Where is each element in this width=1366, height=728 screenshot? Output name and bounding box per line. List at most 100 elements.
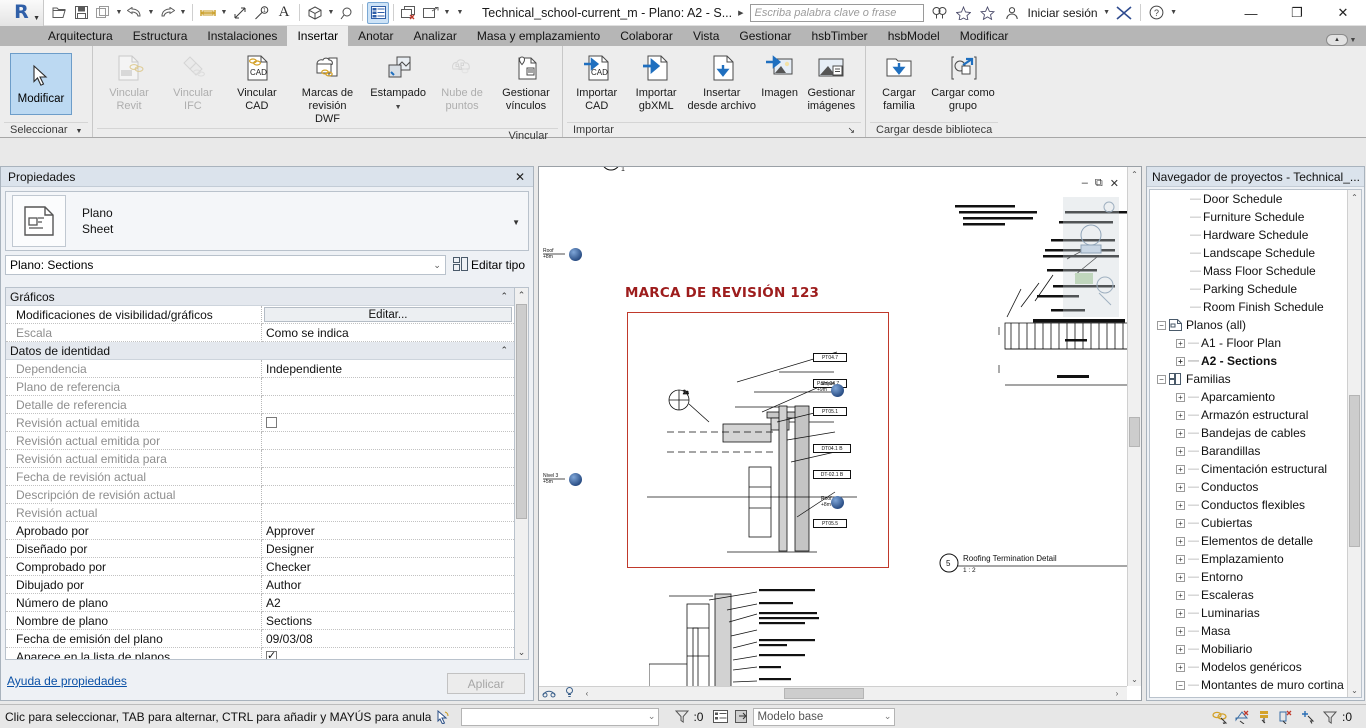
- collapse-minus-icon[interactable]: −: [1157, 374, 1166, 384]
- tab-colaborar[interactable]: Colaborar: [610, 26, 683, 46]
- drawing-canvas[interactable]: – ⧉ ✕ 1 : 10 Roof+8m Nivel 3+5m MARCA DE…: [538, 166, 1142, 701]
- close-icon[interactable]: ✕: [1360, 170, 1364, 184]
- browser-vertical-scrollbar[interactable]: ⌃ ⌄: [1347, 190, 1361, 697]
- undo-dropdown-icon[interactable]: ▼: [146, 9, 156, 16]
- expand-plus-icon[interactable]: +: [1176, 338, 1185, 348]
- scroll-up-icon[interactable]: ⌃: [1128, 167, 1141, 181]
- property-row-visibility-graphics[interactable]: Modificaciones de visibilidad/gráficos E…: [6, 306, 514, 324]
- properties-scrollbar[interactable]: ⌃ ⌄: [514, 287, 529, 660]
- property-value[interactable]: A2: [262, 594, 514, 612]
- sign-in-label[interactable]: Iniciar sesión: [1024, 6, 1102, 20]
- properties-help-link[interactable]: Ayuda de propiedades: [7, 674, 127, 688]
- canvas-vertical-scrollbar[interactable]: ⌃ ⌄: [1127, 167, 1141, 686]
- browser-scroll-thumb[interactable]: [1349, 395, 1360, 547]
- reveal-constraints-icon[interactable]: [1298, 710, 1320, 724]
- collapse-minus-icon[interactable]: −: [1176, 680, 1185, 690]
- search-icon[interactable]: [928, 1, 952, 25]
- apply-button[interactable]: Aplicar: [447, 673, 525, 694]
- tree-item-conductos[interactable]: + — Conductos: [1150, 478, 1347, 496]
- property-row-dependencia[interactable]: Dependencia Independiente: [6, 360, 514, 378]
- undo-icon[interactable]: [124, 2, 146, 24]
- help-icon[interactable]: ?: [1145, 1, 1169, 25]
- minimize-ribbon-icon[interactable]: ▲: [1326, 34, 1348, 46]
- tree-item-hardware-schedule[interactable]: — Hardware Schedule: [1150, 226, 1347, 244]
- tree-item-barandillas[interactable]: + — Barandillas: [1150, 442, 1347, 460]
- expand-plus-icon[interactable]: +: [1176, 446, 1185, 456]
- expand-plus-icon[interactable]: +: [1176, 410, 1185, 420]
- section-icon[interactable]: [336, 2, 358, 24]
- tab-insertar[interactable]: Insertar: [287, 26, 349, 46]
- tree-item-a2-sections[interactable]: + — A2 - Sections: [1150, 352, 1347, 370]
- property-value[interactable]: [262, 414, 514, 432]
- customize-qat-icon[interactable]: ▼: [452, 9, 468, 16]
- switch-windows-dropdown-icon[interactable]: ▼: [442, 9, 452, 16]
- user-icon[interactable]: [1000, 1, 1024, 25]
- property-row-revision-emitida[interactable]: Revisión actual emitida: [6, 414, 514, 432]
- tree-item-mass-floor-schedule[interactable]: — Mass Floor Schedule: [1150, 262, 1347, 280]
- switch-windows-icon[interactable]: [420, 2, 442, 24]
- tab-gestionar[interactable]: Gestionar: [729, 26, 801, 46]
- collapse-minus-icon[interactable]: −: [1157, 320, 1166, 330]
- section-header-datos-identidad[interactable]: Datos de identidad ⌃: [6, 342, 514, 360]
- tree-item-landscape-schedule[interactable]: — Landscape Schedule: [1150, 244, 1347, 262]
- tab-estructura[interactable]: Estructura: [123, 26, 198, 46]
- checkbox-checked[interactable]: [266, 649, 277, 659]
- property-row-descripcion-revision[interactable]: Descripción de revisión actual: [6, 486, 514, 504]
- tab-analizar[interactable]: Analizar: [403, 26, 466, 46]
- save-as-dropdown-icon[interactable]: ▼: [114, 9, 124, 16]
- tree-item-entorno[interactable]: + — Entorno: [1150, 568, 1347, 586]
- tree-item-armazon-estructural[interactable]: + — Armazón estructural: [1150, 406, 1347, 424]
- property-row-fecha-emision[interactable]: Fecha de emisión del plano 09/03/08: [6, 630, 514, 648]
- tree-item-a1-floor-plan[interactable]: + — A1 - Floor Plan: [1150, 334, 1347, 352]
- open-icon[interactable]: [48, 2, 70, 24]
- tree-item-masa[interactable]: + — Masa: [1150, 622, 1347, 640]
- tab-anotar[interactable]: Anotar: [348, 26, 403, 46]
- section-header-graficos[interactable]: Gráficos ⌃: [6, 288, 514, 306]
- canvas-horizontal-scrollbar[interactable]: ‹ ›: [539, 686, 1127, 700]
- filter-icon[interactable]: [671, 710, 693, 724]
- scroll-thumb[interactable]: [516, 304, 527, 519]
- chevron-down-icon[interactable]: ⌄: [648, 711, 656, 722]
- property-value[interactable]: Sections: [262, 612, 514, 630]
- view-minimize-button[interactable]: –: [1082, 177, 1088, 190]
- tree-item-familias[interactable]: − Familias: [1150, 370, 1347, 388]
- link-cad-button[interactable]: CAD Vincular CAD: [225, 50, 289, 115]
- tag-icon[interactable]: 1: [251, 2, 273, 24]
- chevron-down-icon[interactable]: ▼: [76, 128, 83, 135]
- property-value[interactable]: Editar...: [262, 306, 514, 324]
- selection-filter-combo[interactable]: ⌄: [461, 707, 660, 726]
- close-hidden-windows-icon[interactable]: [398, 2, 420, 24]
- decal-dropdown-icon[interactable]: ▼: [395, 101, 402, 114]
- tab-modificar[interactable]: Modificar: [950, 26, 1019, 46]
- navigation-cube[interactable]: [1063, 197, 1119, 317]
- scroll-right-icon[interactable]: ›: [1109, 689, 1125, 698]
- tree-item-conductos-flexibles[interactable]: + — Conductos flexibles: [1150, 496, 1347, 514]
- insert-from-file-button[interactable]: Insertar desde archivo: [686, 50, 758, 115]
- tree-item-bandejas-de-cables[interactable]: + — Bandejas de cables: [1150, 424, 1347, 442]
- scroll-down-icon[interactable]: ⌄: [518, 645, 526, 659]
- favorites-star-icon[interactable]: [976, 1, 1000, 25]
- tree-item-luminarias[interactable]: + — Luminarias: [1150, 604, 1347, 622]
- property-row-revision-actual[interactable]: Revisión actual: [6, 504, 514, 522]
- load-as-group-button[interactable]: Cargar como grupo: [928, 50, 998, 115]
- property-value[interactable]: Checker: [262, 558, 514, 576]
- expand-plus-icon[interactable]: +: [1176, 518, 1185, 528]
- tab-vista[interactable]: Vista: [683, 26, 729, 46]
- sun-path-icon[interactable]: [559, 686, 579, 700]
- collapse-chevron-icon[interactable]: ⌃: [500, 291, 514, 302]
- temporary-hide-isolate-icon[interactable]: [1276, 710, 1298, 724]
- property-value[interactable]: Designer: [262, 540, 514, 558]
- decal-button[interactable]: Estampado ▼: [366, 50, 430, 116]
- measure-dropdown-icon[interactable]: ▼: [219, 9, 229, 16]
- scroll-left-icon[interactable]: ‹: [579, 689, 595, 698]
- tree-item-emplazamiento[interactable]: + — Emplazamiento: [1150, 550, 1347, 568]
- close-button[interactable]: ✕: [1320, 0, 1366, 26]
- application-menu-button[interactable]: R ▼: [0, 0, 44, 26]
- expand-plus-icon[interactable]: +: [1176, 644, 1185, 654]
- link-ifc-button[interactable]: Vincular IFC: [161, 50, 225, 115]
- restore-button[interactable]: ❐: [1274, 0, 1320, 26]
- redo-icon[interactable]: [156, 2, 178, 24]
- type-selector-preview[interactable]: Plano Sheet ▼: [5, 191, 529, 251]
- text-icon[interactable]: A: [273, 2, 295, 24]
- tab-masa-y-emplazamiento[interactable]: Masa y emplazamiento: [467, 26, 610, 46]
